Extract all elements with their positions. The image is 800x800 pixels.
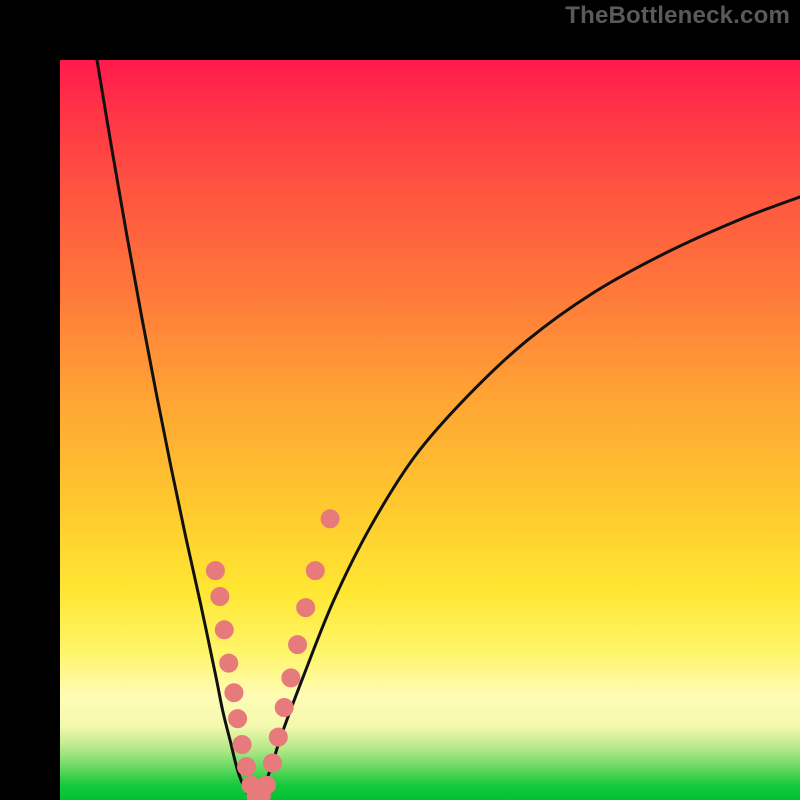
curve-marker [237, 758, 255, 776]
curve-marker [211, 588, 229, 606]
curve-marker [215, 621, 233, 639]
curve-marker [263, 754, 281, 772]
watermark-text: TheBottleneck.com [565, 2, 790, 30]
curve-marker [275, 699, 293, 717]
curve-marker [206, 562, 224, 580]
plot-area [60, 60, 800, 800]
curve-marker [229, 710, 247, 728]
curve-right-branch [252, 197, 800, 800]
curve-marker [257, 776, 275, 794]
curve-marker [220, 654, 238, 672]
curve-marker [306, 562, 324, 580]
curve-marker [321, 510, 339, 528]
curve-marker [289, 636, 307, 654]
curve-marker [297, 599, 315, 617]
curve-marker [233, 736, 251, 754]
curve-marker [269, 728, 287, 746]
curve-marker [282, 669, 300, 687]
chart-frame [0, 0, 800, 800]
curve-markers [206, 510, 339, 800]
curve-marker [225, 684, 243, 702]
chart-svg [60, 60, 800, 800]
